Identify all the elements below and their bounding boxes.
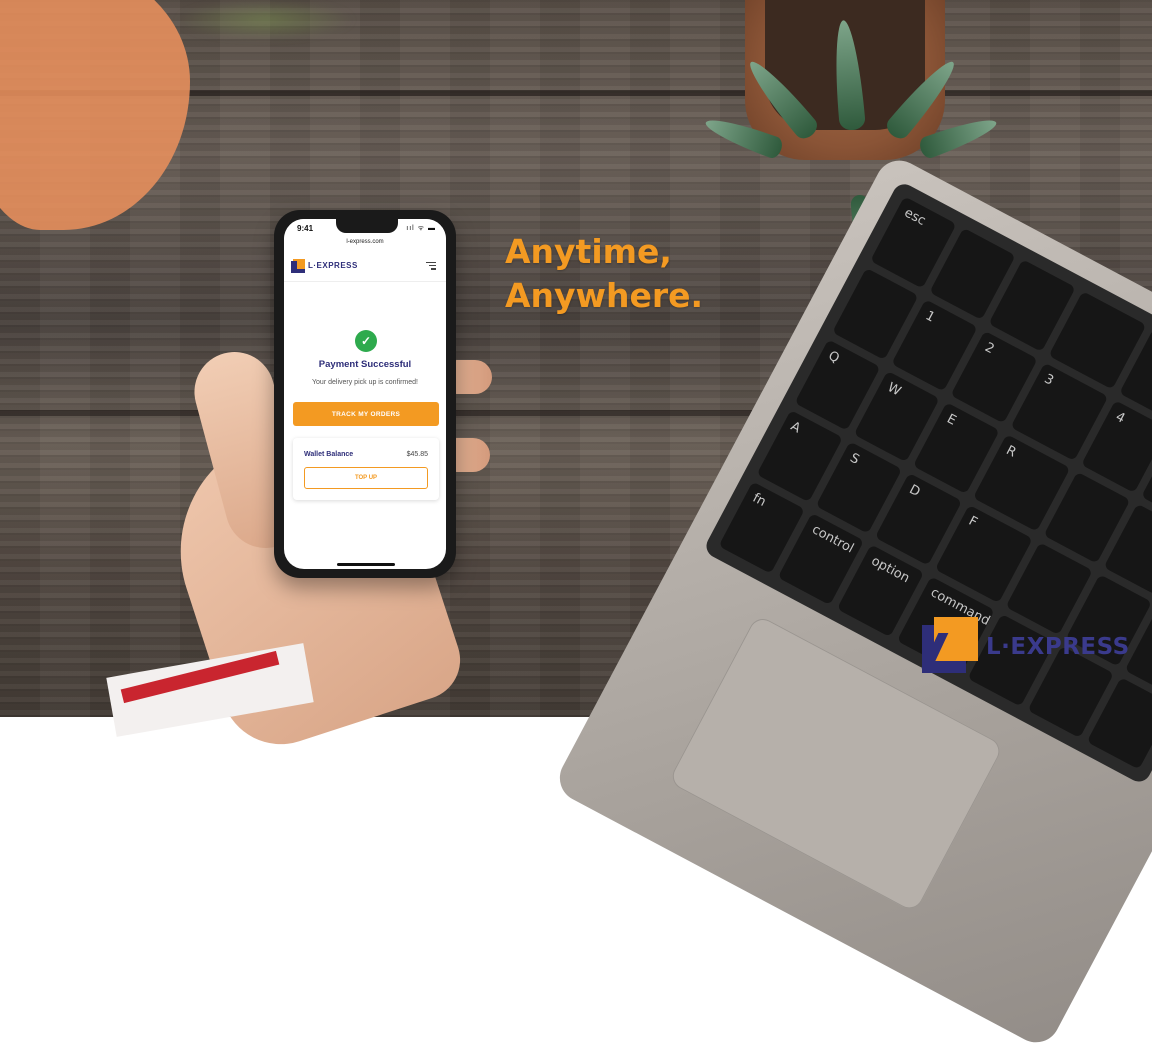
smartphone: 9:41 ııl ᯤ ▬ l-express.com L·EXPRESS ✓ P… <box>274 210 456 578</box>
browser-url[interactable]: l-express.com <box>284 239 446 251</box>
payment-status-subtitle: Your delivery pick up is confirmed! <box>312 379 418 386</box>
brand-name: L·EXPRESS <box>986 634 1130 660</box>
l-express-logo-icon <box>291 259 305 273</box>
app-logo[interactable]: L·EXPRESS <box>291 259 358 273</box>
wallet-balance-amount: $45.85 <box>406 451 428 458</box>
phone-screen: 9:41 ııl ᯤ ▬ l-express.com L·EXPRESS ✓ P… <box>284 219 446 569</box>
blurred-leaf <box>175 0 355 40</box>
track-orders-button[interactable]: TRACK MY ORDERS <box>293 402 439 426</box>
signal-wifi-battery-icon: ııl ᯤ ▬ <box>406 225 436 232</box>
l-express-brand-icon <box>921 617 978 673</box>
success-check-icon: ✓ <box>355 330 377 352</box>
home-indicator[interactable] <box>337 563 395 566</box>
app-name: L·EXPRESS <box>308 260 358 270</box>
app-header: L·EXPRESS <box>284 251 446 282</box>
wallet-card: Wallet Balance $45.85 TOP UP <box>293 438 439 500</box>
brand-logo: L·EXPRESS <box>921 617 1130 673</box>
hamburger-menu-icon[interactable] <box>426 262 436 270</box>
top-up-button[interactable]: TOP UP <box>304 467 428 489</box>
status-time: 9:41 <box>297 224 314 233</box>
wallet-balance-label: Wallet Balance <box>304 451 354 458</box>
headline-line-2: Anywhere. <box>505 276 704 315</box>
phone-notch <box>336 219 398 233</box>
headline-line-1: Anytime, <box>505 232 672 271</box>
headline: Anytime, Anywhere. <box>505 230 703 318</box>
payment-status-title: Payment Successful <box>318 359 412 370</box>
